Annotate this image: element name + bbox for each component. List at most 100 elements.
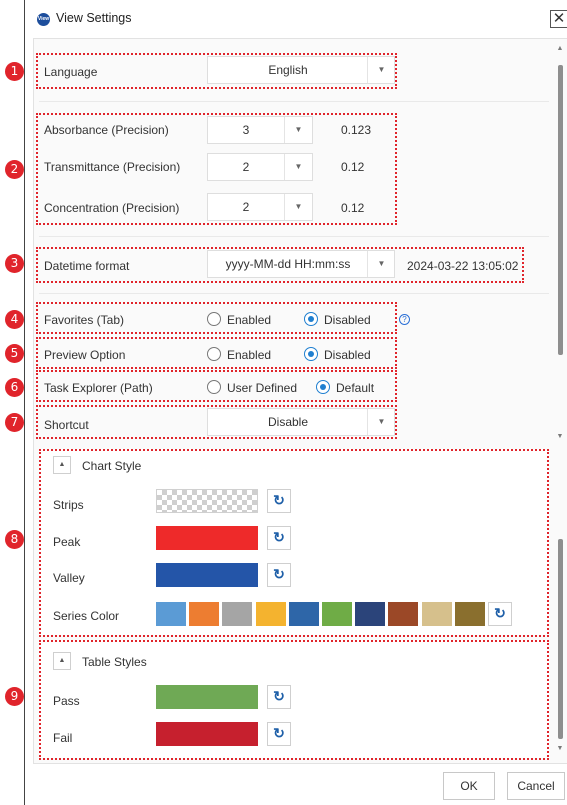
valley-reset-button[interactable]: ↻ [267,563,291,587]
strips-label: Strips [53,498,84,512]
valley-color-swatch[interactable] [156,563,258,587]
fail-label: Fail [53,731,73,745]
annotation-badge-4: 4 [5,310,24,329]
scroll-up-icon[interactable]: ▲ [553,45,567,52]
transmittance-sample: 0.12 [341,160,365,174]
peak-label: Peak [53,535,81,549]
peak-color-swatch[interactable] [156,526,258,550]
chevron-down-icon: ▼ [367,409,395,435]
datetime-format-label: Datetime format [44,259,130,273]
language-select[interactable]: English ▼ [207,56,395,84]
chevron-down-icon: ▼ [367,57,395,83]
table-styles-collapse-button[interactable]: ▲ [53,652,71,670]
help-icon[interactable]: ? [399,314,410,325]
separator [39,101,549,102]
datetime-format-select[interactable]: yyyy-MM-dd HH:mm:ss ▼ [207,250,395,278]
preview-enabled-radio[interactable] [207,347,221,361]
annotation-badge-7: 7 [5,413,24,432]
settings-scrollbar[interactable]: ▲ ▼ [553,39,567,444]
annotation-badge-6: 6 [5,378,24,397]
series-color-swatch[interactable] [189,602,220,626]
concentration-sample: 0.12 [341,201,365,215]
series-color-swatch[interactable] [222,602,253,626]
language-value: English [268,63,308,77]
chevron-down-icon: ▼ [284,154,312,180]
pass-color-swatch[interactable] [156,685,258,709]
preview-disabled-label: Disabled [324,348,371,362]
favorites-enabled-label: Enabled [227,313,272,327]
fail-reset-button[interactable]: ↻ [267,722,291,746]
preview-option-label: Preview Option [44,348,126,362]
peak-reset-button[interactable]: ↻ [267,526,291,550]
strips-color-swatch[interactable] [156,489,258,513]
series-color-swatch[interactable] [322,602,352,626]
settings-panel: Language English ▼ Absorbance (Precision… [33,38,567,764]
chevron-down-icon: ▼ [367,251,395,277]
absorbance-precision-select[interactable]: 3 ▼ [207,116,313,144]
app-logo-icon: View [37,13,50,26]
annotation-badge-5: 5 [5,344,24,363]
fail-color-swatch[interactable] [156,722,258,746]
annotation-badge-8: 8 [5,530,24,549]
scroll-down-icon[interactable]: ▼ [553,745,567,752]
concentration-label: Concentration (Precision) [44,201,180,215]
annotation-badge-2: 2 [5,160,24,179]
scrollbar-thumb[interactable] [558,65,563,355]
task-explorer-user-defined-label: User Defined [227,381,298,395]
cancel-button[interactable]: Cancel [507,772,565,800]
pass-reset-button[interactable]: ↻ [267,685,291,709]
series-color-swatch[interactable] [156,602,186,626]
title-bar: View View Settings ✕ [25,0,567,38]
transmittance-precision-value: 2 [242,160,250,174]
series-color-swatch[interactable] [454,602,485,626]
dialog-title: View Settings [56,11,132,25]
favorites-enabled-radio[interactable] [207,312,221,326]
separator [39,236,549,237]
chart-style-collapse-button[interactable]: ▲ [53,456,71,474]
annotation-badge-1: 1 [5,62,24,81]
series-color-swatch[interactable] [388,602,419,626]
task-explorer-label: Task Explorer (Path) [44,381,153,395]
series-color-swatch[interactable] [288,602,319,626]
ok-button[interactable]: OK [443,772,495,800]
shortcut-select[interactable]: Disable ▼ [207,408,395,436]
chevron-down-icon: ▼ [284,117,312,143]
view-settings-dialog: View View Settings ✕ Language English ▼ … [24,0,567,805]
shortcut-label: Shortcut [44,418,89,432]
close-button[interactable]: ✕ [550,10,567,28]
series-color-label: Series Color [53,609,120,623]
table-styles-title: Table Styles [82,655,147,669]
absorbance-label: Absorbance (Precision) [44,123,169,137]
transmittance-precision-select[interactable]: 2 ▼ [207,153,313,181]
chevron-down-icon: ▼ [284,194,312,220]
series-color-swatch[interactable] [421,602,452,626]
series-color-reset-button[interactable]: ↻ [488,602,512,626]
chart-style-title: Chart Style [82,459,142,473]
language-label: Language [44,65,98,79]
scrollbar-thumb[interactable] [558,539,563,739]
separator [39,293,549,294]
styles-scrollbar[interactable]: ▼ [553,449,567,759]
valley-label: Valley [53,571,85,585]
concentration-precision-select[interactable]: 2 ▼ [207,193,313,221]
favorites-disabled-label: Disabled [324,313,371,327]
series-color-swatch[interactable] [255,602,286,626]
shortcut-value: Disable [267,415,309,429]
datetime-format-value: yyyy-MM-dd HH:mm:ss [225,257,351,271]
preview-disabled-radio[interactable] [304,347,318,361]
task-explorer-default-radio[interactable] [316,380,330,394]
annotation-badge-3: 3 [5,254,24,273]
pass-label: Pass [53,694,80,708]
datetime-sample: 2024-03-22 13:05:02 [407,259,519,273]
preview-enabled-label: Enabled [227,348,272,362]
favorites-disabled-radio[interactable] [304,312,318,326]
favorites-label: Favorites (Tab) [44,313,125,327]
task-explorer-user-defined-radio[interactable] [207,380,221,394]
transmittance-label: Transmittance (Precision) [44,160,181,174]
task-explorer-default-label: Default [336,381,375,395]
concentration-precision-value: 2 [242,200,250,214]
series-color-swatch[interactable] [355,602,386,626]
scroll-down-icon[interactable]: ▼ [553,433,567,440]
annotation-badge-9: 9 [5,687,24,706]
strips-reset-button[interactable]: ↻ [267,489,291,513]
